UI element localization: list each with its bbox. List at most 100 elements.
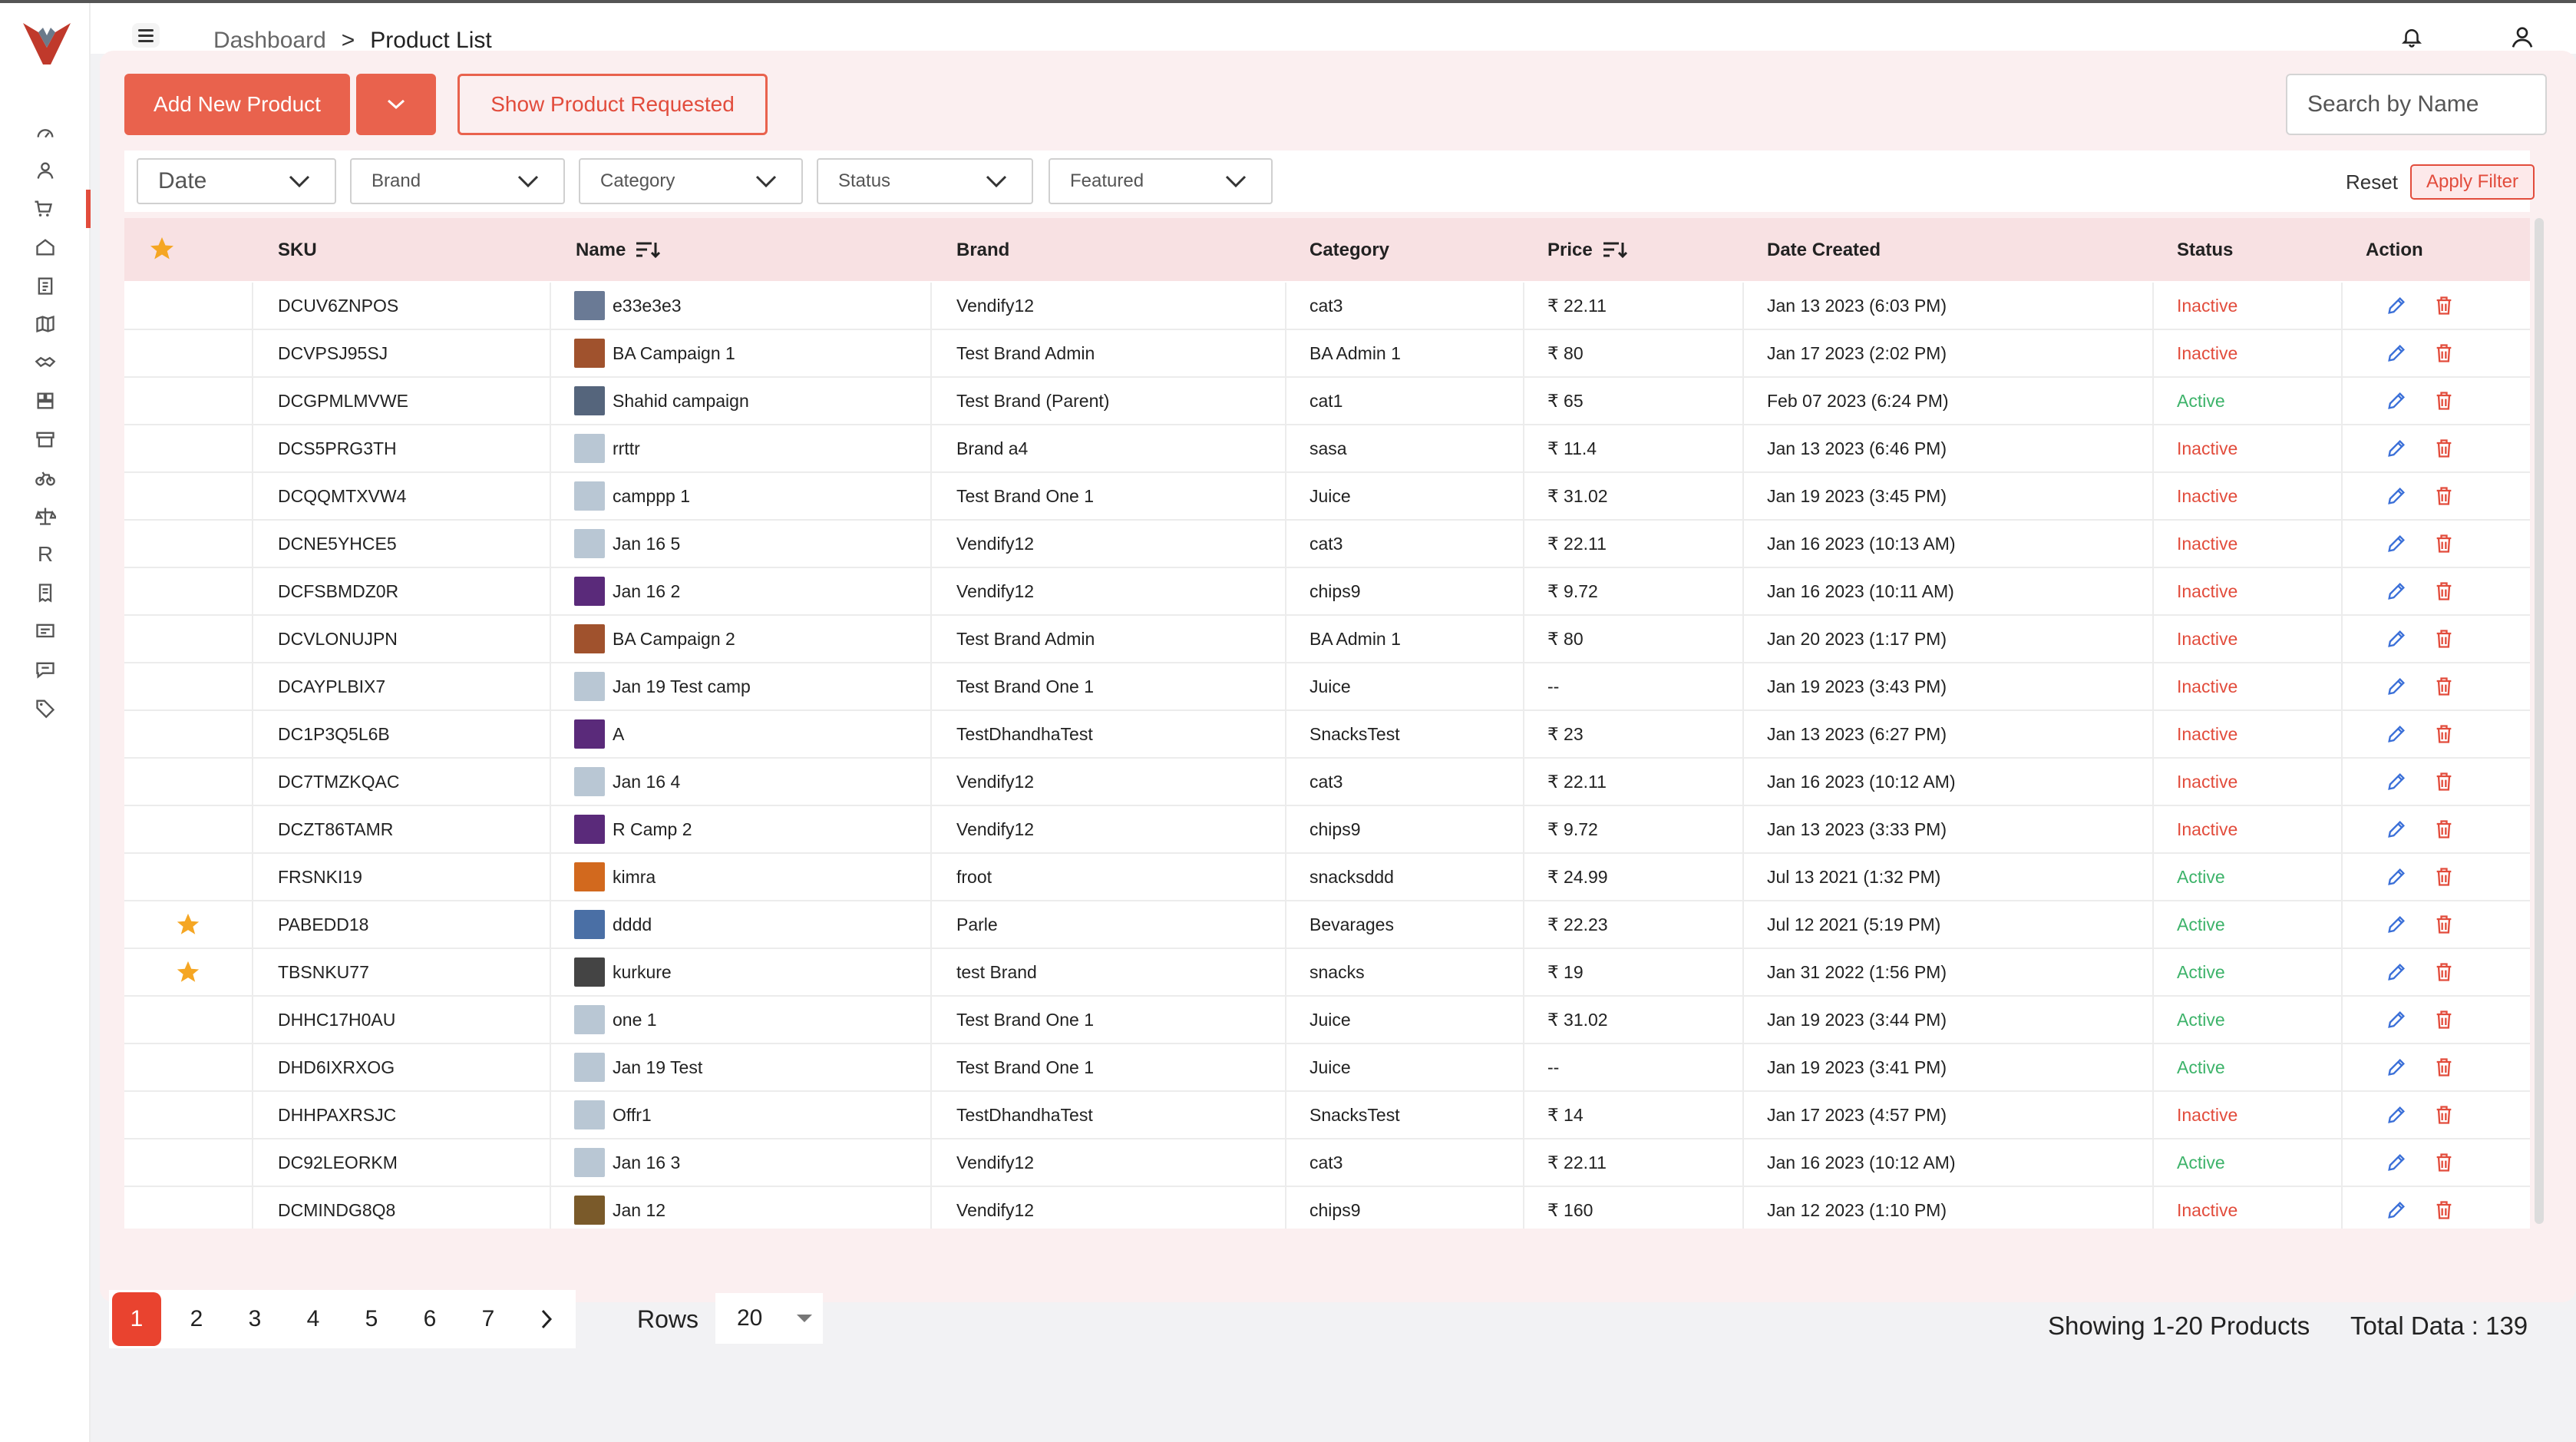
sidebar-item-message[interactable] [0, 612, 91, 650]
edit-icon[interactable] [2386, 914, 2407, 935]
featured-cell[interactable] [124, 1187, 252, 1229]
featured-cell[interactable] [124, 521, 252, 567]
table-row[interactable]: DC92LEORKM Jan 16 3 Vendify12 cat3 ₹ 22.11 Ja… [124, 1139, 2530, 1187]
notification-bell-icon[interactable] [2396, 21, 2427, 52]
table-row[interactable]: DCUV6ZNPOS e33e3e3 Vendify12 cat3 ₹ 22.11 Jan… [124, 283, 2530, 330]
delete-icon[interactable] [2433, 914, 2455, 935]
edit-icon[interactable] [2386, 438, 2407, 459]
page-4-button[interactable]: 4 [284, 1290, 342, 1348]
sort-icon[interactable] [635, 240, 661, 261]
featured-cell[interactable] [124, 854, 252, 900]
sidebar-item-bike[interactable] [0, 458, 91, 497]
table-row[interactable]: DCVLONUJPN BA Campaign 2 Test Brand Admin B… [124, 616, 2530, 663]
status-filter-select[interactable]: Status [817, 158, 1033, 204]
delete-icon[interactable] [2433, 1104, 2455, 1126]
sidebar-item-r[interactable]: R [0, 535, 91, 574]
sidebar-item-chat[interactable] [0, 650, 91, 689]
featured-cell[interactable] [124, 330, 252, 376]
featured-cell[interactable] [124, 997, 252, 1043]
featured-star-icon[interactable] [174, 959, 202, 985]
table-row[interactable]: DCVPSJ95SJ BA Campaign 1 Test Brand Admin B… [124, 330, 2530, 378]
table-row[interactable]: DHHPAXRSJC Offr1 TestDhandhaTest SnacksTest… [124, 1092, 2530, 1139]
table-row[interactable]: TBSNKU77 kurkure test Brand snacks ₹ 19 Jan 3… [124, 949, 2530, 997]
delete-icon[interactable] [2433, 390, 2455, 412]
table-row[interactable]: DCZT86TAMR R Camp 2 Vendify12 chips9 ₹ 9.72 J… [124, 806, 2530, 854]
delete-icon[interactable] [2433, 819, 2455, 840]
page-3-button[interactable]: 3 [226, 1290, 284, 1348]
delete-icon[interactable] [2433, 676, 2455, 697]
edit-icon[interactable] [2386, 676, 2407, 697]
delete-icon[interactable] [2433, 1199, 2455, 1221]
edit-icon[interactable] [2386, 580, 2407, 602]
brand-filter-select[interactable]: Brand [350, 158, 565, 204]
table-row[interactable]: DCAYPLBIX7 Jan 19 Test camp Test Brand One… [124, 663, 2530, 711]
sidebar-item-user[interactable] [0, 151, 91, 190]
featured-cell[interactable] [124, 425, 252, 471]
featured-cell[interactable] [124, 1139, 252, 1186]
edit-icon[interactable] [2386, 1104, 2407, 1126]
featured-cell[interactable] [124, 711, 252, 757]
featured-cell[interactable] [124, 616, 252, 662]
featured-star-icon[interactable] [174, 911, 202, 938]
edit-icon[interactable] [2386, 485, 2407, 507]
delete-icon[interactable] [2433, 866, 2455, 888]
featured-cell[interactable] [124, 283, 252, 329]
edit-icon[interactable] [2386, 1199, 2407, 1221]
featured-cell[interactable] [124, 473, 252, 519]
add-options-dropdown-button[interactable] [356, 74, 436, 135]
edit-icon[interactable] [2386, 723, 2407, 745]
delete-icon[interactable] [2433, 723, 2455, 745]
sidebar-item-store[interactable] [0, 382, 91, 420]
sidebar-item-tag[interactable] [0, 689, 91, 727]
table-row[interactable]: DHD6IXRXOG Jan 19 Test Test Brand One 1 Jui… [124, 1044, 2530, 1092]
table-row[interactable]: DCGPMLMVWE Shahid campaign Test Brand (Par… [124, 378, 2530, 425]
table-row[interactable]: DCFSBMDZ0R Jan 16 2 Vendify12 chips9 ₹ 9.72 J… [124, 568, 2530, 616]
delete-icon[interactable] [2433, 485, 2455, 507]
reset-filter-button[interactable]: Reset [2346, 170, 2398, 194]
sidebar-item-home[interactable] [0, 228, 91, 266]
sort-icon[interactable] [1602, 240, 1628, 261]
search-input[interactable] [2286, 74, 2547, 135]
edit-icon[interactable] [2386, 1057, 2407, 1078]
page-5-button[interactable]: 5 [342, 1290, 401, 1348]
date-filter-select[interactable]: Date [137, 158, 336, 204]
edit-icon[interactable] [2386, 390, 2407, 412]
apply-filter-button[interactable]: Apply Filter [2410, 164, 2535, 200]
delete-icon[interactable] [2433, 533, 2455, 554]
sidebar-item-dashboard[interactable] [0, 114, 91, 153]
sidebar-item-receipt[interactable] [0, 574, 91, 612]
category-filter-select[interactable]: Category [579, 158, 803, 204]
sidebar-item-scale[interactable] [0, 497, 91, 535]
table-scrollbar[interactable] [2535, 218, 2544, 1224]
featured-cell[interactable] [124, 806, 252, 852]
delete-icon[interactable] [2433, 1057, 2455, 1078]
delete-icon[interactable] [2433, 961, 2455, 983]
featured-cell[interactable] [124, 949, 252, 995]
add-new-product-button[interactable]: Add New Product [124, 74, 350, 135]
featured-cell[interactable] [124, 663, 252, 709]
page-1-button[interactable]: 1 [112, 1292, 161, 1346]
delete-icon[interactable] [2433, 342, 2455, 364]
featured-filter-select[interactable]: Featured [1049, 158, 1273, 204]
delete-icon[interactable] [2433, 628, 2455, 650]
delete-icon[interactable] [2433, 1009, 2455, 1030]
edit-icon[interactable] [2386, 961, 2407, 983]
featured-cell[interactable] [124, 568, 252, 614]
breadcrumb-dashboard-link[interactable]: Dashboard [213, 28, 326, 54]
edit-icon[interactable] [2386, 342, 2407, 364]
edit-icon[interactable] [2386, 771, 2407, 792]
table-row[interactable]: DHHC17H0AU one 1 Test Brand One 1 Juice ₹ 31… [124, 997, 2530, 1044]
edit-icon[interactable] [2386, 628, 2407, 650]
sidebar-item-cart[interactable] [0, 190, 91, 228]
next-page-button[interactable] [517, 1290, 576, 1348]
edit-icon[interactable] [2386, 295, 2407, 316]
edit-icon[interactable] [2386, 866, 2407, 888]
menu-toggle-button[interactable] [132, 23, 160, 48]
edit-icon[interactable] [2386, 819, 2407, 840]
sidebar-item-handshake[interactable] [0, 343, 91, 382]
sidebar-item-clipboard[interactable] [0, 266, 91, 305]
table-row[interactable]: DC1P3Q5L6B A TestDhandhaTest SnacksTest ₹ 23… [124, 711, 2530, 759]
edit-icon[interactable] [2386, 1152, 2407, 1173]
table-row[interactable]: DCMINDG8Q8 Jan 12 Vendify12 chips9 ₹ 160 Jan … [124, 1187, 2530, 1229]
table-row[interactable]: DC7TMZKQAC Jan 16 4 Vendify12 cat3 ₹ 22.11 Ja… [124, 759, 2530, 806]
